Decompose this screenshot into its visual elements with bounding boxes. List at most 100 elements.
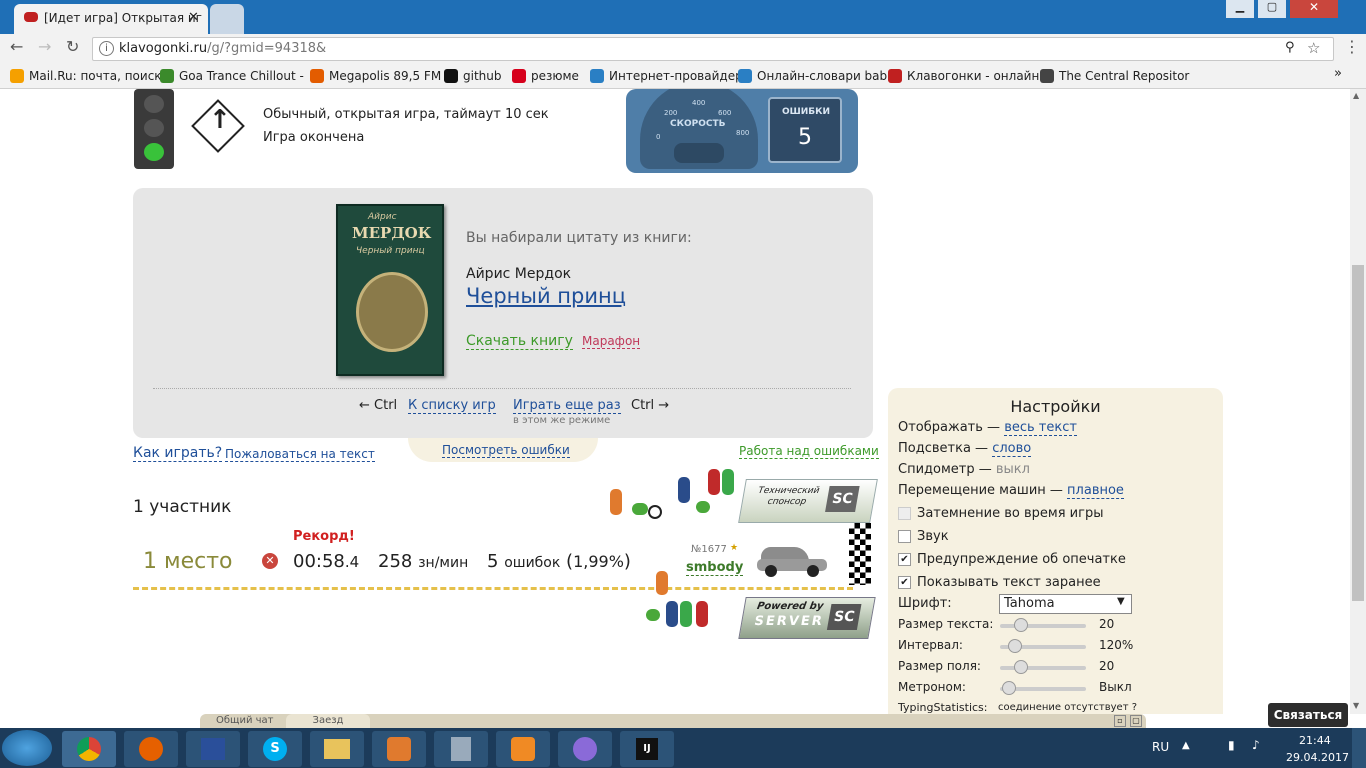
- font-select[interactable]: Tahoma ▼: [999, 594, 1132, 614]
- bookmark-item[interactable]: Интернет-провайдер: [590, 67, 743, 85]
- display-value-link[interactable]: весь текст: [1004, 420, 1077, 436]
- dim-checkbox[interactable]: [898, 507, 911, 520]
- speed-tick: 400: [692, 99, 706, 107]
- metronome-slider-handle[interactable]: [1002, 681, 1016, 695]
- to-list-link[interactable]: К списку игр: [408, 398, 496, 414]
- star-icon[interactable]: ☆: [1307, 39, 1320, 57]
- setting-dim[interactable]: Затемнение во время игры: [898, 506, 1103, 521]
- setting-highlight: Подсветка — слово: [898, 441, 1032, 457]
- firefox-taskbar-icon[interactable]: [124, 731, 178, 767]
- complain-link[interactable]: Пожаловаться на текст: [225, 447, 375, 462]
- setting-cars: Перемещение машин — плавное: [898, 483, 1124, 499]
- language-indicator[interactable]: RU: [1152, 740, 1169, 754]
- interval-slider-handle[interactable]: [1008, 639, 1022, 653]
- close-icon[interactable]: ✕: [188, 10, 199, 25]
- back-icon[interactable]: ←: [10, 37, 23, 56]
- contact-button[interactable]: Связаться: [1268, 703, 1348, 727]
- sponsor-badge[interactable]: Технический спонсор SC: [738, 479, 878, 523]
- how-to-play-link[interactable]: Как играть?: [133, 445, 223, 462]
- work-on-errors-link[interactable]: Работа над ошибками: [739, 444, 879, 459]
- start-button[interactable]: [2, 730, 52, 766]
- explorer-taskbar-icon[interactable]: [310, 731, 364, 767]
- media-player-taskbar-icon[interactable]: [372, 731, 426, 767]
- place-label: 1 место: [143, 549, 233, 574]
- setting-sound[interactable]: Звук: [898, 529, 949, 544]
- field-size-slider-handle[interactable]: [1014, 660, 1028, 674]
- book-author: Айрис Мердок: [466, 266, 572, 282]
- new-tab-button[interactable]: [210, 4, 244, 34]
- chat-minimize-icon[interactable]: ▫: [1114, 715, 1126, 727]
- typo-checkbox[interactable]: ✔: [898, 553, 911, 566]
- minimize-icon[interactable]: ▁: [1226, 0, 1254, 18]
- sound-checkbox[interactable]: [898, 530, 911, 543]
- car-icon: [888, 69, 902, 83]
- book-cover[interactable]: Айрис МЕРДОК Черный принц: [336, 204, 444, 376]
- address-bar[interactable]: i klavogonki.ru/g/?gmid=94318& ⚲ ☆: [92, 37, 1334, 61]
- book-title-link[interactable]: Черный принц: [466, 284, 626, 308]
- cover-illustration: [356, 272, 428, 352]
- cat-app-taskbar-icon[interactable]: [558, 731, 612, 767]
- play-again-link[interactable]: Играть еще раз: [513, 398, 621, 414]
- info-icon[interactable]: i: [99, 41, 114, 56]
- hh-icon: [512, 69, 526, 83]
- highlight-value-link[interactable]: слово: [992, 441, 1032, 457]
- typingstats-value: соединение отсутствует ?: [998, 702, 1138, 713]
- text-size-slider[interactable]: [1000, 624, 1086, 628]
- maximize-icon[interactable]: ▢: [1258, 0, 1286, 18]
- view-errors-link[interactable]: Посмотреть ошибки: [442, 443, 570, 458]
- intellij-taskbar-icon[interactable]: IJ: [620, 731, 674, 767]
- forward-icon[interactable]: →: [38, 37, 51, 56]
- setting-show-text[interactable]: ✔ Показывать текст заранее: [898, 575, 1101, 590]
- player-number: №1677: [691, 544, 727, 555]
- medal-icon: ★: [730, 543, 739, 553]
- menu-icon[interactable]: ⋮: [1344, 37, 1360, 56]
- bookmark-item[interactable]: The Central Repositor: [1040, 67, 1189, 85]
- speed-value: 258: [378, 551, 413, 572]
- reload-icon[interactable]: ↻: [66, 37, 79, 56]
- leave-icon[interactable]: ✕: [262, 553, 278, 569]
- clock-date[interactable]: 29.04.2017: [1286, 751, 1349, 764]
- skype-taskbar-icon[interactable]: S: [248, 731, 302, 767]
- field-size-slider[interactable]: [1000, 666, 1086, 670]
- bookmark-item[interactable]: Mail.Ru: почта, поиск: [10, 67, 162, 85]
- network-icon[interactable]: ▮: [1228, 738, 1235, 752]
- scroll-thumb[interactable]: [1352, 265, 1364, 601]
- tab-active[interactable]: [Идет игра] Открытая иг ✕: [14, 4, 208, 34]
- save-taskbar-icon[interactable]: [186, 731, 240, 767]
- clock-time[interactable]: 21:44: [1299, 734, 1331, 747]
- volume-icon[interactable]: ♪: [1252, 738, 1260, 752]
- scroll-up-icon[interactable]: ▲: [1353, 91, 1359, 100]
- pin-icon[interactable]: ⚲: [1285, 40, 1295, 55]
- bookmark-item[interactable]: Онлайн-словари bab: [738, 67, 887, 85]
- tab-general-chat[interactable]: Общий чат: [216, 715, 274, 726]
- download-book-link[interactable]: Скачать книгу: [466, 333, 573, 350]
- tray-arrow-icon[interactable]: ▲: [1182, 740, 1190, 751]
- chat-maximize-icon[interactable]: ▢: [1130, 715, 1142, 727]
- bookmark-item[interactable]: github: [444, 67, 501, 85]
- bookmark-item[interactable]: резюме: [512, 67, 579, 85]
- marathon-link[interactable]: Марафон: [582, 334, 641, 349]
- powered-by-badge[interactable]: Powered by SERVER SC: [738, 597, 876, 639]
- setting-typo[interactable]: ✔ Предупреждение об опечатке: [898, 552, 1126, 567]
- window-close-icon[interactable]: ✕: [1290, 0, 1338, 18]
- bookmark-item[interactable]: Клавогонки - онлайн: [888, 67, 1039, 85]
- xampp-taskbar-icon[interactable]: [496, 731, 550, 767]
- more-bookmarks-icon[interactable]: »: [1334, 66, 1342, 81]
- tab-race-chat[interactable]: Заезд: [286, 714, 370, 728]
- bookmark-item[interactable]: Megapolis 89,5 FM: [310, 67, 441, 85]
- metronome-value: Выкл: [1099, 680, 1132, 694]
- speedometer-value[interactable]: выкл: [996, 462, 1030, 477]
- calculator-taskbar-icon[interactable]: [434, 731, 488, 767]
- text-size-slider-handle[interactable]: [1014, 618, 1028, 632]
- chrome-taskbar-icon[interactable]: [62, 731, 116, 767]
- speed-display: [674, 143, 724, 163]
- page-scrollbar[interactable]: ▲ ▼: [1350, 89, 1366, 714]
- show-text-checkbox[interactable]: ✔: [898, 576, 911, 589]
- bookmarks-bar: Mail.Ru: почта, поиск Goa Trance Chillout…: [0, 62, 1366, 89]
- show-desktop-button[interactable]: [1352, 728, 1366, 768]
- game-mode: Обычный, открытая игра, таймаут 10 сек: [263, 107, 549, 122]
- cars-value-link[interactable]: плавное: [1067, 483, 1124, 499]
- bookmark-item[interactable]: Goa Trance Chillout -: [160, 67, 304, 85]
- scroll-down-icon[interactable]: ▼: [1353, 701, 1359, 710]
- time-fraction: .4: [344, 553, 360, 571]
